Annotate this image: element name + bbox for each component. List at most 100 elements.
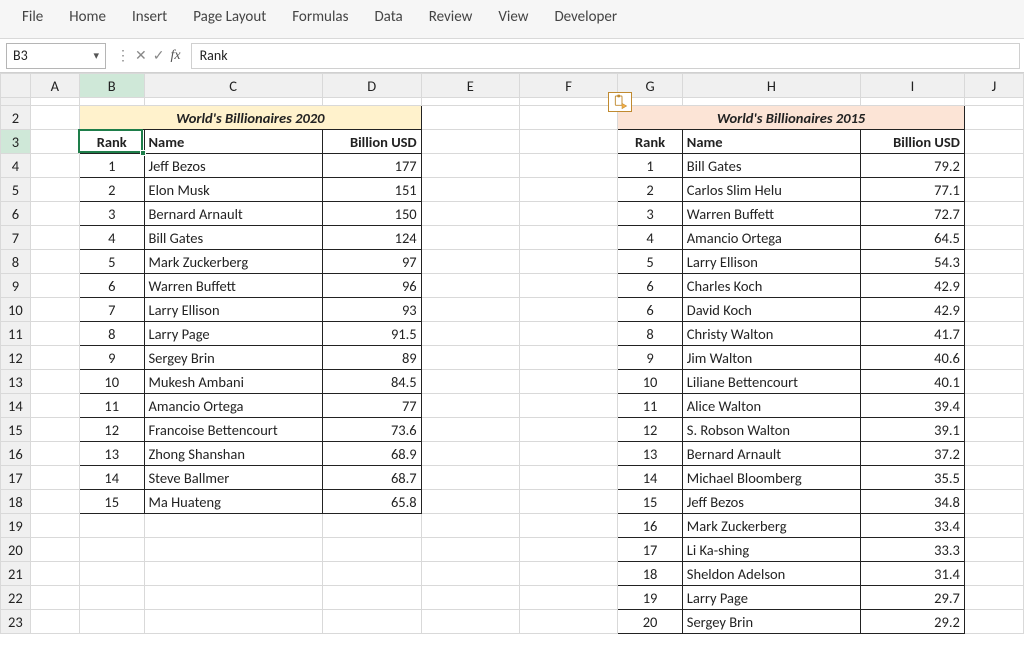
cell-A19[interactable] xyxy=(30,514,79,538)
cell-F17[interactable] xyxy=(519,466,617,490)
cell-J11[interactable] xyxy=(964,322,1023,346)
cell-B17[interactable]: 14 xyxy=(79,466,144,490)
cell-B5[interactable]: 2 xyxy=(79,178,144,202)
cell-D6[interactable]: 150 xyxy=(322,202,421,226)
cell-A20[interactable] xyxy=(30,538,79,562)
cell-J4[interactable] xyxy=(964,154,1023,178)
row-header-20[interactable]: 20 xyxy=(1,538,31,562)
cell-F1[interactable] xyxy=(519,98,617,106)
column-header-C[interactable]: C xyxy=(144,74,322,98)
cancel-icon[interactable]: ✕ xyxy=(135,47,147,64)
cell-C6[interactable]: Bernard Arnault xyxy=(144,202,322,226)
cell-E7[interactable] xyxy=(421,226,519,250)
cell-F18[interactable] xyxy=(519,490,617,514)
cell-J6[interactable] xyxy=(964,202,1023,226)
cell-D21[interactable] xyxy=(322,562,421,586)
cell-J7[interactable] xyxy=(964,226,1023,250)
cell-J13[interactable] xyxy=(964,370,1023,394)
cell-G15[interactable]: 12 xyxy=(618,418,683,442)
cell-D23[interactable] xyxy=(322,610,421,634)
fx-icon[interactable]: fx xyxy=(170,48,180,64)
cell-J10[interactable] xyxy=(964,298,1023,322)
cell-J16[interactable] xyxy=(964,442,1023,466)
row-header-16[interactable]: 16 xyxy=(1,442,31,466)
paste-options-icon[interactable] xyxy=(608,92,632,112)
cell-C22[interactable] xyxy=(144,586,322,610)
cell-J14[interactable] xyxy=(964,394,1023,418)
cell-I16[interactable]: 37.2 xyxy=(860,442,964,466)
cell-B21[interactable] xyxy=(79,562,144,586)
menu-view[interactable]: View xyxy=(498,8,528,26)
cell-D20[interactable] xyxy=(322,538,421,562)
cell-C5[interactable]: Elon Musk xyxy=(144,178,322,202)
cell-A11[interactable] xyxy=(30,322,79,346)
row-header-14[interactable]: 14 xyxy=(1,394,31,418)
cell-F21[interactable] xyxy=(519,562,617,586)
cell-B6[interactable]: 3 xyxy=(79,202,144,226)
row-header-22[interactable]: 22 xyxy=(1,586,31,610)
row-header-9[interactable]: 9 xyxy=(1,274,31,298)
cell-A6[interactable] xyxy=(30,202,79,226)
row-header-2[interactable]: 2 xyxy=(1,106,31,130)
cell-A15[interactable] xyxy=(30,418,79,442)
cell-G20[interactable]: 17 xyxy=(618,538,683,562)
menu-home[interactable]: Home xyxy=(69,8,106,26)
cell-G8[interactable]: 5 xyxy=(618,250,683,274)
cell-J19[interactable] xyxy=(964,514,1023,538)
cell-C20[interactable] xyxy=(144,538,322,562)
row-header-7[interactable]: 7 xyxy=(1,226,31,250)
cell-G4[interactable]: 1 xyxy=(618,154,683,178)
cell-G21[interactable]: 18 xyxy=(618,562,683,586)
row-header-12[interactable]: 12 xyxy=(1,346,31,370)
cell-F11[interactable] xyxy=(519,322,617,346)
column-header-J[interactable]: J xyxy=(964,74,1023,98)
cell-G23[interactable]: 20 xyxy=(618,610,683,634)
row-header-4[interactable]: 4 xyxy=(1,154,31,178)
cell-I1[interactable] xyxy=(860,98,964,106)
cell-J12[interactable] xyxy=(964,346,1023,370)
cell-J22[interactable] xyxy=(964,586,1023,610)
cell-C14[interactable]: Amancio Ortega xyxy=(144,394,322,418)
cell-H3[interactable]: Name xyxy=(682,130,860,154)
cell-G7[interactable]: 4 xyxy=(618,226,683,250)
menu-review[interactable]: Review xyxy=(429,8,473,26)
cell-I4[interactable]: 79.2 xyxy=(860,154,964,178)
cell-I22[interactable]: 29.7 xyxy=(860,586,964,610)
cell-D14[interactable]: 77 xyxy=(322,394,421,418)
cell-A2[interactable] xyxy=(30,106,79,130)
cell-C16[interactable]: Zhong Shanshan xyxy=(144,442,322,466)
cell-D22[interactable] xyxy=(322,586,421,610)
cell-A4[interactable] xyxy=(30,154,79,178)
cell-G13[interactable]: 10 xyxy=(618,370,683,394)
cell-G16[interactable]: 13 xyxy=(618,442,683,466)
cell-J21[interactable] xyxy=(964,562,1023,586)
select-all-corner[interactable] xyxy=(1,74,31,98)
cell-H12[interactable]: Jim Walton xyxy=(682,346,860,370)
row-header-21[interactable]: 21 xyxy=(1,562,31,586)
cell-G5[interactable]: 2 xyxy=(618,178,683,202)
cell-D1[interactable] xyxy=(322,98,421,106)
row-header-13[interactable]: 13 xyxy=(1,370,31,394)
cell-A22[interactable] xyxy=(30,586,79,610)
cell-F20[interactable] xyxy=(519,538,617,562)
menu-insert[interactable]: Insert xyxy=(132,8,167,26)
row-header-19[interactable]: 19 xyxy=(1,514,31,538)
cell-D5[interactable]: 151 xyxy=(322,178,421,202)
cell-I6[interactable]: 72.7 xyxy=(860,202,964,226)
cell-A13[interactable] xyxy=(30,370,79,394)
cell-C11[interactable]: Larry Page xyxy=(144,322,322,346)
column-header-D[interactable]: D xyxy=(322,74,421,98)
cell-E2[interactable] xyxy=(421,106,519,130)
cell-A23[interactable] xyxy=(30,610,79,634)
cell-I12[interactable]: 40.6 xyxy=(860,346,964,370)
cell-I10[interactable]: 42.9 xyxy=(860,298,964,322)
formula-input[interactable]: Rank xyxy=(191,43,1020,69)
cell-G3[interactable]: Rank xyxy=(618,130,683,154)
column-header-E[interactable]: E xyxy=(421,74,519,98)
cell-D3[interactable]: Billion USD xyxy=(322,130,421,154)
menu-developer[interactable]: Developer xyxy=(554,8,617,26)
cell-D8[interactable]: 97 xyxy=(322,250,421,274)
cell-I14[interactable]: 39.4 xyxy=(860,394,964,418)
row-header-10[interactable]: 10 xyxy=(1,298,31,322)
cell-J8[interactable] xyxy=(964,250,1023,274)
